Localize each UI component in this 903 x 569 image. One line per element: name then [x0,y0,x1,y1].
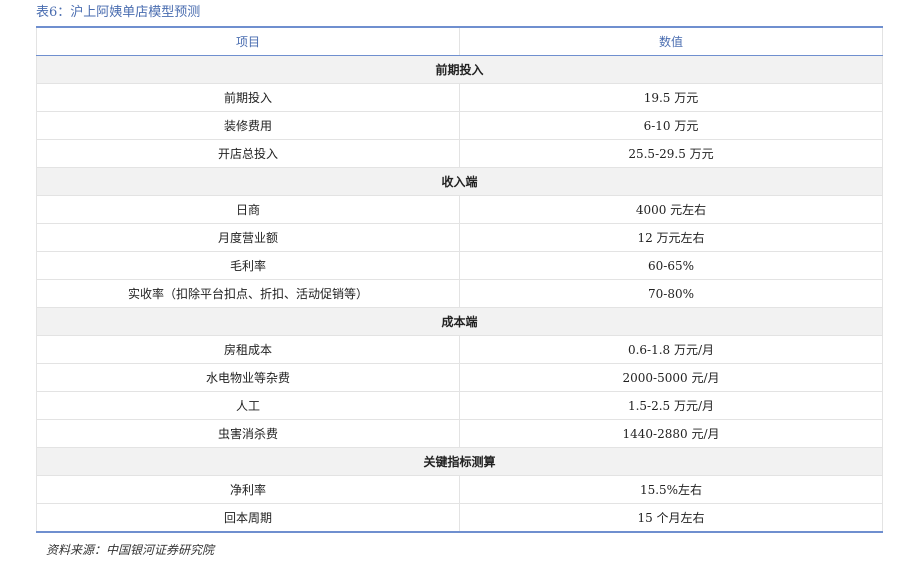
table-row: 装修费用 6-10 万元 [36,111,883,140]
table-row: 月度营业额 12 万元左右 [36,223,883,252]
row-value: 60-65% [459,251,883,280]
row-item: 日商 [36,195,460,224]
section-row: 成本端 [36,307,883,336]
row-value: 19.5 万元 [459,83,883,112]
section-title: 收入端 [36,167,883,196]
row-value: 15.5%左右 [459,475,883,504]
row-value: 2000-5000 元/月 [459,363,883,392]
row-value: 0.6-1.8 万元/月 [459,335,883,364]
row-value: 1.5-2.5 万元/月 [459,391,883,420]
section-row: 收入端 [36,167,883,196]
row-value: 12 万元左右 [459,223,883,252]
row-value: 1440-2880 元/月 [459,419,883,448]
row-item: 开店总投入 [36,139,460,168]
row-value: 6-10 万元 [459,111,883,140]
table-caption: 表6：沪上阿姨单店模型预测 [36,5,201,20]
row-item: 装修费用 [36,111,460,140]
section-row: 前期投入 [36,55,883,84]
source-note: 资料来源：中国银河证券研究院 [46,543,215,557]
section-title: 成本端 [36,307,883,336]
table-row: 水电物业等杂费 2000-5000 元/月 [36,363,883,392]
row-item: 前期投入 [36,83,460,112]
row-item: 实收率（扣除平台扣点、折扣、活动促销等） [36,279,460,308]
table-row: 虫害消杀费 1440-2880 元/月 [36,419,883,448]
table-header-row: 项目 数值 [36,27,883,56]
table-row: 回本周期 15 个月左右 [36,503,883,532]
table-row: 日商 4000 元左右 [36,195,883,224]
table-row: 实收率（扣除平台扣点、折扣、活动促销等） 70-80% [36,279,883,308]
row-item: 回本周期 [36,503,460,532]
header-value: 数值 [459,27,883,56]
row-item: 毛利率 [36,251,460,280]
section-row: 关键指标测算 [36,447,883,476]
table-row: 人工 1.5-2.5 万元/月 [36,391,883,420]
table-row: 毛利率 60-65% [36,251,883,280]
table-row: 净利率 15.5%左右 [36,475,883,504]
row-item: 净利率 [36,475,460,504]
section-title: 前期投入 [36,55,883,84]
header-item: 项目 [36,27,460,56]
table-row: 开店总投入 25.5-29.5 万元 [36,139,883,168]
row-value: 4000 元左右 [459,195,883,224]
row-item: 房租成本 [36,335,460,364]
row-item: 人工 [36,391,460,420]
row-value: 15 个月左右 [459,503,883,532]
row-item: 水电物业等杂费 [36,363,460,392]
row-item: 虫害消杀费 [36,419,460,448]
section-title: 关键指标测算 [36,447,883,476]
row-value: 70-80% [459,279,883,308]
table-row: 前期投入 19.5 万元 [36,83,883,112]
row-item: 月度营业额 [36,223,460,252]
store-model-table: 项目 数值 前期投入 前期投入 19.5 万元 装修费用 6-10 万元 开店总… [36,26,883,533]
row-value: 25.5-29.5 万元 [459,139,883,168]
table-row: 房租成本 0.6-1.8 万元/月 [36,335,883,364]
